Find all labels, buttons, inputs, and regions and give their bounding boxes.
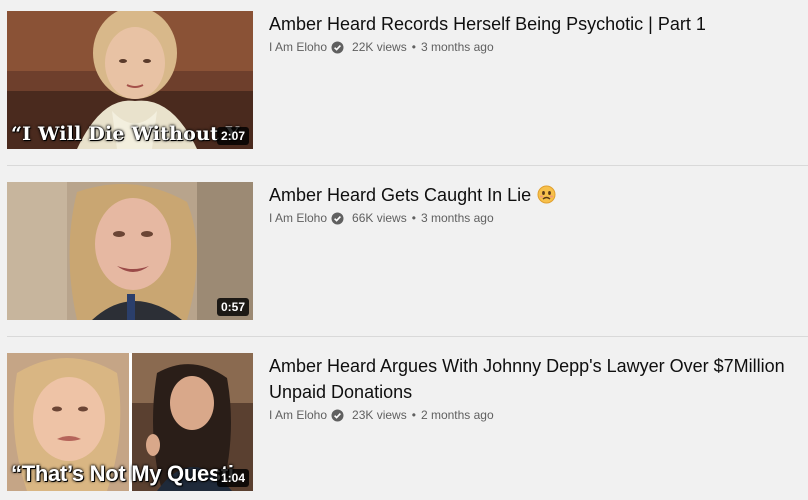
video-thumbnail[interactable]: “I Will Die Without Y 2:07 bbox=[7, 11, 253, 149]
channel-name[interactable]: I Am Eloho bbox=[269, 40, 327, 54]
video-list: “I Will Die Without Y 2:07 Amber Heard R… bbox=[0, 0, 808, 500]
video-byline: I Am Eloho 66K views • 3 months ago bbox=[269, 211, 789, 225]
video-duration: 1:04 bbox=[216, 469, 249, 487]
channel-name[interactable]: I Am Eloho bbox=[269, 408, 327, 422]
thumbnail-caption: “I Will Die Without Y bbox=[11, 123, 240, 145]
meta-separator: • bbox=[411, 40, 416, 54]
meta-separator: • bbox=[411, 408, 416, 422]
thumbnail-caption: “That’s Not My Questi bbox=[11, 461, 234, 486]
video-title-container[interactable]: Amber Heard Gets Caught In Lie bbox=[269, 182, 789, 208]
meta-separator: • bbox=[411, 211, 416, 225]
verified-check-icon bbox=[331, 41, 344, 54]
view-count: 66K views bbox=[352, 211, 407, 225]
view-count: 22K views bbox=[352, 40, 407, 54]
video-thumbnail[interactable]: “That’s Not My Questi 1:04 bbox=[7, 353, 253, 491]
video-title[interactable]: Amber Heard Argues With Johnny Depp's La… bbox=[269, 353, 789, 405]
video-duration: 0:57 bbox=[216, 298, 249, 316]
view-count: 23K views bbox=[352, 408, 407, 422]
verified-check-icon bbox=[331, 212, 344, 225]
divider bbox=[7, 165, 808, 166]
worried-face-emoji-icon bbox=[537, 185, 556, 204]
video-thumbnail[interactable]: 0:57 bbox=[7, 182, 253, 320]
upload-age: 2 months ago bbox=[420, 408, 494, 422]
video-meta: Amber Heard Gets Caught In Lie I Am Eloh… bbox=[269, 182, 789, 225]
divider bbox=[7, 336, 808, 337]
video-title[interactable]: Amber Heard Records Herself Being Psycho… bbox=[269, 11, 789, 37]
video-byline: I Am Eloho 23K views • 2 months ago bbox=[269, 408, 789, 422]
video-meta: Amber Heard Records Herself Being Psycho… bbox=[269, 11, 789, 54]
video-meta: Amber Heard Argues With Johnny Depp's La… bbox=[269, 353, 789, 422]
upload-age: 3 months ago bbox=[420, 211, 494, 225]
channel-name[interactable]: I Am Eloho bbox=[269, 211, 327, 225]
video-duration: 2:07 bbox=[216, 127, 249, 145]
video-byline: I Am Eloho 22K views • 3 months ago bbox=[269, 40, 789, 54]
verified-check-icon bbox=[331, 409, 344, 422]
upload-age: 3 months ago bbox=[420, 40, 494, 54]
video-title[interactable]: Amber Heard Gets Caught In Lie bbox=[269, 185, 531, 205]
